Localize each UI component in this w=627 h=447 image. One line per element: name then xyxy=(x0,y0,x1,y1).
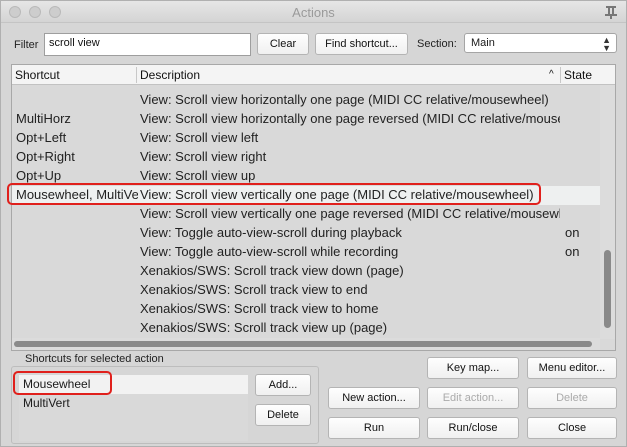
table-row[interactable]: Opt+Left View: Scroll view left xyxy=(12,129,600,148)
horizontal-scroll-thumb[interactable] xyxy=(14,341,592,347)
vertical-scroll-thumb[interactable] xyxy=(604,250,611,328)
table-row[interactable]: View: Scroll view vertically one page re… xyxy=(12,205,600,224)
description-cell: View: Scroll view vertically one page re… xyxy=(140,206,560,221)
clear-button[interactable]: Clear xyxy=(257,33,309,55)
shortcut-highlight xyxy=(13,371,112,395)
key-map-button[interactable]: Key map... xyxy=(427,357,519,379)
sort-ascending-icon: ^ xyxy=(549,69,554,80)
table-rows: View: Scroll view horizontally one page … xyxy=(12,85,600,339)
description-cell: Xenakios/SWS: Scroll track view to home xyxy=(140,301,379,316)
selected-row-highlight xyxy=(7,183,541,205)
section-value: Main xyxy=(471,37,495,49)
window-title: Actions xyxy=(292,5,335,20)
add-shortcut-button[interactable]: Add... xyxy=(255,374,311,396)
run-button[interactable]: Run xyxy=(328,417,420,439)
table-row[interactable]: Xenakios/SWS: Scroll track view to end xyxy=(12,281,600,300)
description-cell: View: Scroll view horizontally one page … xyxy=(140,111,560,126)
column-divider[interactable] xyxy=(136,67,137,83)
edit-action-button[interactable]: Edit action... xyxy=(427,387,519,409)
description-cell: View: Scroll view left xyxy=(140,130,259,145)
header-description[interactable]: Description xyxy=(140,68,200,82)
state-cell: on xyxy=(565,244,580,259)
table-row[interactable]: Xenakios/SWS: Scroll track view to home xyxy=(12,300,600,319)
table-row[interactable]: Xenakios/SWS: Scroll track view up (page… xyxy=(12,319,600,338)
filter-label: Filter xyxy=(14,39,39,51)
table-row[interactable]: View: Scroll view horizontally one page … xyxy=(12,91,600,110)
find-shortcut-button[interactable]: Find shortcut... xyxy=(315,33,408,55)
description-cell: View: Toggle auto-view-scroll while reco… xyxy=(140,244,399,259)
title-bar: Actions xyxy=(1,1,626,23)
column-divider[interactable] xyxy=(560,67,561,83)
delete-shortcut-button[interactable]: Delete xyxy=(255,404,311,426)
shortcut-cell: MultiHorz xyxy=(16,111,71,126)
header-shortcut[interactable]: Shortcut xyxy=(15,68,60,82)
description-cell: View: Toggle auto-view-scroll during pla… xyxy=(140,225,402,240)
updown-chevron-icon: ▲ ▼ xyxy=(602,35,611,53)
table-header: Shortcut Description ^ State xyxy=(12,65,615,85)
table-row[interactable]: Opt+Right View: Scroll view right xyxy=(12,148,600,167)
shortcut-cell: Opt+Up xyxy=(16,168,62,183)
delete-action-button[interactable]: Delete xyxy=(527,387,617,409)
description-cell: View: Scroll view up xyxy=(140,168,256,183)
description-cell: View: Scroll view right xyxy=(140,149,267,164)
section-select[interactable]: Main ▲ ▼ xyxy=(464,33,617,53)
vertical-scrollbar[interactable] xyxy=(600,85,615,339)
shortcuts-group-label: Shortcuts for selected action xyxy=(23,353,166,365)
state-cell: on xyxy=(565,225,580,240)
section-label: Section: xyxy=(417,38,457,50)
header-state[interactable]: State xyxy=(564,68,592,82)
table-row[interactable]: View: Toggle auto-view-scroll during pla… xyxy=(12,224,600,243)
run-close-button[interactable]: Run/close xyxy=(427,417,519,439)
description-cell: View: Scroll view horizontally one page … xyxy=(140,92,549,107)
description-cell: Xenakios/SWS: Scroll track view up (page… xyxy=(140,320,388,335)
description-cell: Xenakios/SWS: Scroll track view to end xyxy=(140,282,368,297)
shortcut-cell: Opt+Left xyxy=(16,130,67,145)
table-row[interactable]: View: Toggle auto-view-scroll while reco… xyxy=(12,243,600,262)
shortcut-cell: Opt+Right xyxy=(16,149,75,164)
new-action-button[interactable]: New action... xyxy=(328,387,420,409)
close-button[interactable]: Close xyxy=(527,417,617,439)
actions-window: Actions Filter scroll view Clear Find sh… xyxy=(0,0,627,447)
description-cell: Xenakios/SWS: Scroll track view down (pa… xyxy=(140,263,404,278)
table-row[interactable]: MultiHorz View: Scroll view horizontally… xyxy=(12,110,600,129)
pin-icon[interactable] xyxy=(604,5,618,19)
actions-table: Shortcut Description ^ State View: Scrol… xyxy=(11,64,616,351)
table-row[interactable]: Xenakios/SWS: Scroll track view down (pa… xyxy=(12,262,600,281)
shortcut-item[interactable]: MultiVert xyxy=(19,394,248,413)
filter-input[interactable]: scroll view xyxy=(44,33,251,56)
horizontal-scrollbar[interactable] xyxy=(12,338,600,350)
menu-editor-button[interactable]: Menu editor... xyxy=(527,357,617,379)
